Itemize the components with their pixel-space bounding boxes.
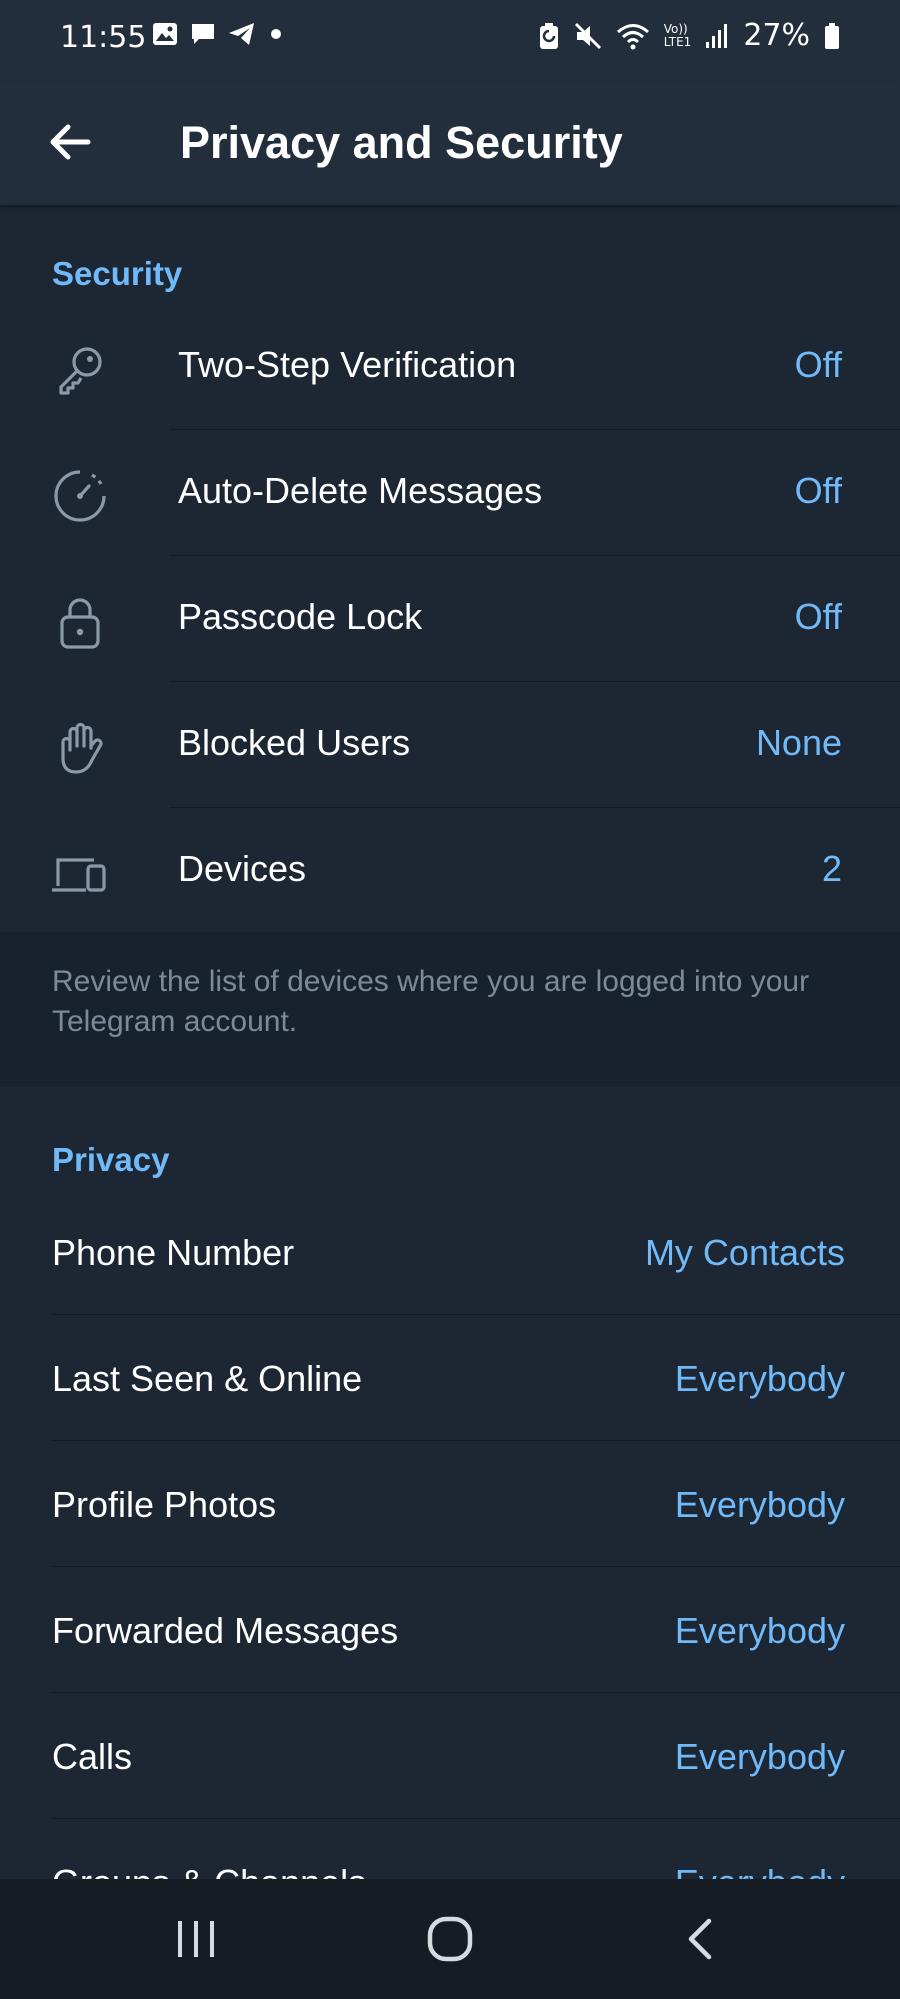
row-label: Calls xyxy=(52,1736,133,1777)
devices-row[interactable]: Devices 2 xyxy=(0,806,900,932)
row-value: Everybody xyxy=(674,1358,845,1399)
calls-row[interactable]: Calls Everybody xyxy=(0,1694,900,1820)
status-bar: 11:55 Vo)) LTE1 27% xyxy=(0,0,900,82)
row-value: Off xyxy=(794,596,842,637)
row-value: Everybody xyxy=(674,1610,845,1651)
row-label: Devices xyxy=(178,848,307,889)
auto-delete-messages-row[interactable]: Auto-Delete Messages Off xyxy=(0,428,900,554)
system-icons: Vo)) LTE1 27% xyxy=(538,18,840,53)
battery-saver-icon xyxy=(539,22,558,49)
devices-icon xyxy=(50,844,110,904)
divider xyxy=(52,1440,900,1441)
row-value: None xyxy=(755,722,842,763)
status-time: 11:55 xyxy=(60,20,147,55)
page-title: Privacy and Security xyxy=(180,117,623,168)
back-button[interactable] xyxy=(40,112,100,172)
row-label: Profile Photos xyxy=(52,1484,277,1525)
security-section-header: Security xyxy=(52,255,183,292)
row-value: Off xyxy=(794,470,842,511)
timer-icon xyxy=(50,466,110,526)
divider xyxy=(52,1692,900,1693)
profile-photos-row[interactable]: Profile Photos Everybody xyxy=(0,1442,900,1568)
notification-icons xyxy=(152,22,284,46)
system-nav-bar xyxy=(0,1879,900,1999)
telegram-icon xyxy=(229,23,254,45)
volte-indicator: Vo)) LTE1 xyxy=(663,21,692,49)
devices-hint-text: Review the list of devices where you are… xyxy=(52,965,810,1038)
dot-icon xyxy=(271,29,281,39)
privacy-section-header: Privacy xyxy=(52,1141,170,1178)
wifi-icon xyxy=(616,23,649,49)
recent-apps-icon xyxy=(178,1921,214,1957)
last-seen-row[interactable]: Last Seen & Online Everybody xyxy=(0,1316,900,1442)
home-icon xyxy=(427,1916,473,1962)
recent-apps-button[interactable] xyxy=(156,1909,236,1969)
row-label: Last Seen & Online xyxy=(52,1358,363,1399)
row-value: My Contacts xyxy=(644,1232,845,1273)
message-icon xyxy=(192,24,214,44)
row-value: 2 xyxy=(821,848,842,889)
two-step-verification-row[interactable]: Two-Step Verification Off xyxy=(0,302,900,428)
gallery-icon xyxy=(153,23,177,45)
blocked-users-row[interactable]: Blocked Users None xyxy=(0,680,900,806)
forwarded-messages-row[interactable]: Forwarded Messages Everybody xyxy=(0,1568,900,1694)
row-value: Everybody xyxy=(674,1484,845,1525)
mute-icon xyxy=(574,22,601,49)
key-icon xyxy=(50,340,110,400)
battery-icon xyxy=(825,22,839,49)
signal-icon xyxy=(706,23,728,48)
lock-icon xyxy=(50,592,110,652)
back-arrow-icon xyxy=(50,124,91,160)
passcode-lock-row[interactable]: Passcode Lock Off xyxy=(0,554,900,680)
row-label: Auto-Delete Messages xyxy=(178,470,543,511)
divider xyxy=(52,1314,900,1315)
phone-number-row[interactable]: Phone Number My Contacts xyxy=(0,1190,900,1316)
back-icon xyxy=(688,1918,712,1960)
devices-hint-box: Review the list of devices where you are… xyxy=(0,932,900,1087)
row-label: Two-Step Verification xyxy=(178,344,517,385)
row-value: Off xyxy=(794,344,842,385)
app-toolbar: Privacy and Security xyxy=(0,82,900,205)
battery-percent: 27% xyxy=(743,18,810,53)
row-label: Phone Number xyxy=(52,1232,295,1273)
hand-icon xyxy=(50,718,110,778)
row-label: Blocked Users xyxy=(178,722,411,763)
nav-back-button[interactable] xyxy=(660,1909,740,1969)
divider xyxy=(52,1566,900,1567)
row-value: Everybody xyxy=(674,1736,845,1777)
row-label: Passcode Lock xyxy=(178,596,423,637)
row-label: Forwarded Messages xyxy=(52,1610,399,1651)
home-button[interactable] xyxy=(410,1909,490,1969)
divider xyxy=(52,1818,900,1819)
